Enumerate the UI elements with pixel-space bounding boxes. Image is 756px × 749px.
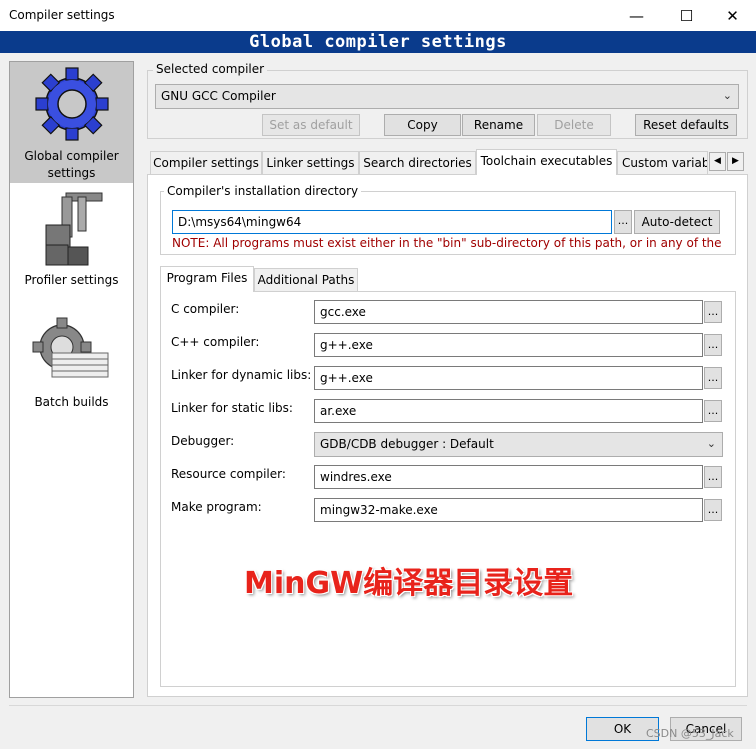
c-compiler-label: C compiler: xyxy=(171,302,240,316)
sidebar-item-batch-builds[interactable]: Batch builds xyxy=(10,317,133,417)
linker-dynamic-input[interactable]: g++.exe xyxy=(314,366,703,390)
rename-button[interactable]: Rename xyxy=(462,114,535,136)
selected-compiler-label: Selected compiler xyxy=(153,62,268,76)
chevron-down-icon: ⌄ xyxy=(722,89,732,102)
watermark: CSDN @53_Jack xyxy=(646,727,734,740)
tab-scroll-left-icon[interactable]: ◀ xyxy=(709,152,726,171)
sidebar-item-label: Profiler settings xyxy=(24,273,119,287)
install-dir-input[interactable]: D:\msys64\mingw64 xyxy=(172,210,612,234)
sidebar-item-global-compiler[interactable]: Global compiler settings xyxy=(10,62,133,183)
maximize-icon[interactable]: ☐ xyxy=(664,0,709,31)
install-dir-note: NOTE: All programs must exist either in … xyxy=(172,236,722,250)
browse-c-compiler-button[interactable]: ... xyxy=(704,301,722,323)
linker-static-input[interactable]: ar.exe xyxy=(314,399,703,423)
chevron-down-icon: ⌄ xyxy=(706,437,716,450)
tab-search-directories[interactable]: Search directories xyxy=(359,151,476,175)
sidebar-item-label: Batch builds xyxy=(34,395,109,409)
compiler-select-value: GNU GCC Compiler xyxy=(161,89,276,103)
browse-make-program-button[interactable]: ... xyxy=(704,499,722,521)
delete-button[interactable]: Delete xyxy=(537,114,611,136)
copy-button[interactable]: Copy xyxy=(384,114,461,136)
cpp-compiler-input[interactable]: g++.exe xyxy=(314,333,703,357)
title-bar: Compiler settings — ☐ ✕ xyxy=(0,0,756,31)
make-program-input[interactable]: mingw32-make.exe xyxy=(314,498,703,522)
resource-compiler-input[interactable]: windres.exe xyxy=(314,465,703,489)
tab-scroll-right-icon[interactable]: ▶ xyxy=(727,152,744,171)
tab-compiler-settings[interactable]: Compiler settings xyxy=(150,151,262,175)
browse-linker-dynamic-button[interactable]: ... xyxy=(704,367,722,389)
resource-compiler-label: Resource compiler: xyxy=(171,467,286,481)
subtab-program-files[interactable]: Program Files xyxy=(160,266,254,292)
tab-toolchain-executables[interactable]: Toolchain executables xyxy=(476,149,617,175)
compiler-select[interactable]: GNU GCC Compiler ⌄ xyxy=(155,84,739,109)
page-banner: Global compiler settings xyxy=(0,31,756,53)
browse-resource-compiler-button[interactable]: ... xyxy=(704,466,722,488)
minimize-icon[interactable]: — xyxy=(614,0,659,31)
install-dir-label: Compiler's installation directory xyxy=(164,184,362,198)
tab-linker-settings[interactable]: Linker settings xyxy=(262,151,359,175)
debugger-label: Debugger: xyxy=(171,434,235,448)
window-title: Compiler settings xyxy=(9,8,115,22)
linker-dynamic-label: Linker for dynamic libs: xyxy=(171,368,312,382)
browse-install-dir-button[interactable]: ... xyxy=(614,210,632,234)
reset-defaults-button[interactable]: Reset defaults xyxy=(635,114,737,136)
tab-custom-variables[interactable]: Custom variab xyxy=(617,151,708,175)
subtab-additional-paths[interactable]: Additional Paths xyxy=(254,268,358,292)
profiler-icon xyxy=(45,192,102,266)
set-as-default-button[interactable]: Set as default xyxy=(262,114,360,136)
auto-detect-button[interactable]: Auto-detect xyxy=(634,210,720,234)
batch-gear-icon xyxy=(32,317,108,378)
sidebar-item-profiler[interactable]: Profiler settings xyxy=(10,187,133,297)
make-program-label: Make program: xyxy=(171,500,262,514)
cpp-compiler-label: C++ compiler: xyxy=(171,335,260,349)
gear-icon xyxy=(34,67,109,141)
c-compiler-input[interactable]: gcc.exe xyxy=(314,300,703,324)
browse-linker-static-button[interactable]: ... xyxy=(704,400,722,422)
overlay-caption: MinGW编译器目录设置 xyxy=(244,566,574,601)
footer-divider xyxy=(9,705,747,706)
browse-cpp-compiler-button[interactable]: ... xyxy=(704,334,722,356)
debugger-select[interactable]: GDB/CDB debugger : Default ⌄ xyxy=(314,432,723,457)
sidebar-item-label: Global compiler settings xyxy=(24,149,119,180)
linker-static-label: Linker for static libs: xyxy=(171,401,293,415)
close-icon[interactable]: ✕ xyxy=(710,0,755,31)
debugger-select-value: GDB/CDB debugger : Default xyxy=(320,437,494,451)
sidebar: Global compiler settings Profiler settin… xyxy=(9,61,134,698)
